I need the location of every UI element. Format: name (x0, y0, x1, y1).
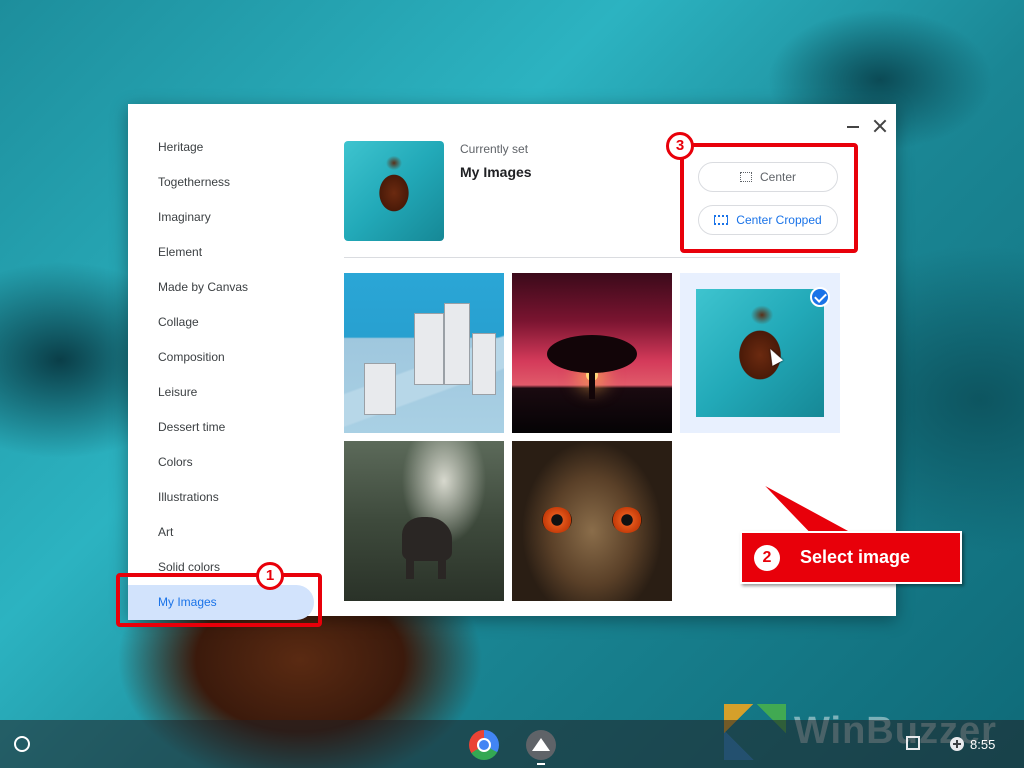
current-collection-name: My Images (460, 164, 532, 180)
minimize-button[interactable] (844, 116, 864, 136)
chrome-browser-icon[interactable] (469, 730, 499, 760)
sidebar-item-art[interactable]: Art (128, 515, 314, 550)
annotation-box-layout (680, 143, 858, 253)
building-shape (414, 313, 444, 385)
callout-number: 2 (754, 545, 780, 571)
status-tray[interactable]: 8:55 (950, 732, 995, 756)
clipboard-icon[interactable] (906, 736, 920, 750)
image-sea-turtle-selected[interactable] (680, 273, 840, 433)
owl-eye-right (612, 507, 642, 533)
tree-trunk-shape (589, 369, 595, 399)
category-sidebar: Heritage Togetherness Imaginary Element … (128, 130, 320, 620)
header-divider (344, 257, 840, 258)
annotation-badge-1: 1 (256, 562, 284, 590)
owl-eye-left (542, 507, 572, 533)
currently-set-label: Currently set (460, 142, 529, 156)
current-wallpaper-thumbnail (344, 141, 444, 241)
image-elephant-forest[interactable] (344, 441, 504, 601)
building-shape (364, 363, 396, 415)
sidebar-item-togetherness[interactable]: Togetherness (128, 165, 314, 200)
image-owl-closeup[interactable] (512, 441, 672, 601)
selected-check-icon (810, 287, 830, 307)
building-shape (472, 333, 496, 395)
chromeos-shelf: 8:55 (0, 720, 1024, 768)
elephant-shape (402, 517, 452, 561)
close-button[interactable] (870, 116, 890, 136)
sidebar-item-leisure[interactable]: Leisure (128, 375, 314, 410)
building-shape (444, 303, 470, 385)
wallpaper-app-icon[interactable] (526, 730, 556, 760)
sidebar-item-element[interactable]: Element (128, 235, 314, 270)
image-city-illustration[interactable] (344, 273, 504, 433)
launcher-icon[interactable] (14, 736, 30, 752)
turtle-preview-image (344, 141, 444, 241)
sidebar-item-imaginary[interactable]: Imaginary (128, 200, 314, 235)
elephant-leg-shape (438, 557, 446, 579)
sidebar-item-made-by-canvas[interactable]: Made by Canvas (128, 270, 314, 305)
sidebar-item-heritage[interactable]: Heritage (128, 130, 314, 165)
sidebar-item-colors[interactable]: Colors (128, 445, 314, 480)
tree-canopy-shape (547, 335, 637, 373)
sidebar-item-illustrations[interactable]: Illustrations (128, 480, 314, 515)
annotation-box-my-images (116, 573, 322, 627)
callout-text: Select image (800, 547, 911, 567)
select-image-callout: 2 Select image (740, 531, 962, 584)
settings-status-icon (950, 737, 964, 751)
sidebar-item-collage[interactable]: Collage (128, 305, 314, 340)
annotation-badge-3: 3 (666, 132, 694, 160)
image-tree-sunset[interactable] (512, 273, 672, 433)
sidebar-item-composition[interactable]: Composition (128, 340, 314, 375)
elephant-leg-shape (406, 557, 414, 579)
sea-turtle-image (696, 289, 824, 417)
clock: 8:55 (970, 736, 996, 752)
sidebar-item-dessert-time[interactable]: Dessert time (128, 410, 314, 445)
active-app-indicator (537, 763, 545, 765)
